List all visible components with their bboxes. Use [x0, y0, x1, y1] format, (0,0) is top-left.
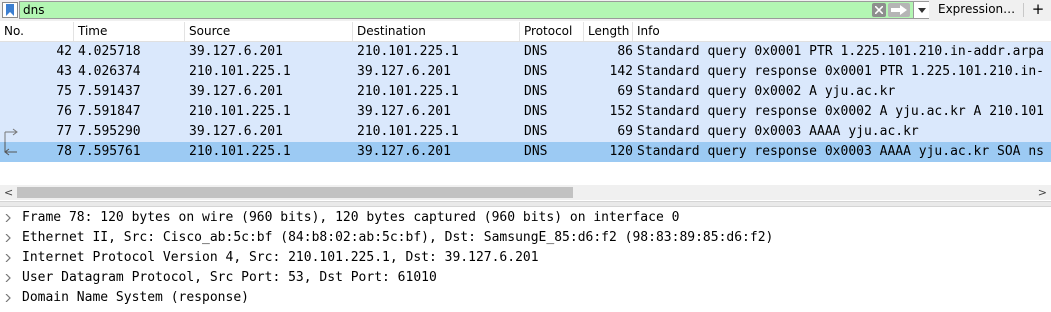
- packet-length: 69: [617, 84, 633, 99]
- display-filter-toolbar: Expression… +: [0, 0, 1051, 21]
- packet-source: 210.101.225.1: [189, 104, 291, 119]
- detail-tree-item-label: Internet Protocol Version 4, Src: 210.10…: [22, 250, 539, 265]
- bookmark-icon: [6, 4, 14, 16]
- packet-row[interactable]: 43 4.026374 210.101.225.1 39.127.6.201 D…: [0, 62, 1051, 82]
- packet-info: Standard query response 0x0002 A yju.ac.…: [637, 104, 1044, 119]
- packet-protocol: DNS: [524, 124, 548, 139]
- packet-time: 4.026374: [78, 64, 141, 79]
- column-header-length[interactable]: Length: [584, 22, 633, 41]
- packet-row[interactable]: 75 7.591437 39.127.6.201 210.101.225.1 D…: [0, 82, 1051, 102]
- detail-tree-item-ip[interactable]: Internet Protocol Version 4, Src: 210.10…: [0, 248, 1051, 268]
- packet-length: 120: [609, 144, 633, 159]
- packet-row[interactable]: 42 4.025718 39.127.6.201 210.101.225.1 D…: [0, 42, 1051, 62]
- detail-tree-item-label: Domain Name System (response): [22, 290, 249, 305]
- packet-no: 76: [56, 104, 72, 119]
- packet-list-hscrollbar[interactable]: < >: [0, 185, 1051, 200]
- packet-no: 78: [56, 144, 72, 159]
- packet-destination: 39.127.6.201: [357, 144, 451, 159]
- packet-row[interactable]: 76 7.591847 210.101.225.1 39.127.6.201 D…: [0, 102, 1051, 122]
- chevron-right-icon[interactable]: [5, 248, 15, 268]
- packet-time: 7.591437: [78, 84, 141, 99]
- packet-source: 39.127.6.201: [189, 84, 283, 99]
- packet-info: Standard query 0x0003 AAAA yju.ac.kr: [637, 124, 919, 139]
- packet-destination: 210.101.225.1: [357, 124, 459, 139]
- chevron-right-icon[interactable]: [5, 228, 15, 248]
- packet-row-selected[interactable]: 78 7.595761 210.101.225.1 39.127.6.201 D…: [0, 142, 1051, 162]
- packet-no: 42: [56, 44, 72, 59]
- chevron-down-icon: [918, 8, 926, 13]
- column-header-source[interactable]: Source: [185, 22, 353, 41]
- column-header-time[interactable]: Time: [74, 22, 185, 41]
- detail-tree-item-label: Frame 78: 120 bytes on wire (960 bits), …: [22, 210, 680, 225]
- packet-no: 77: [56, 124, 72, 139]
- packet-destination: 210.101.225.1: [357, 44, 459, 59]
- display-filter-field: [19, 1, 929, 19]
- scrollbar-thumb[interactable]: [17, 187, 573, 198]
- chevron-right-icon[interactable]: [5, 208, 15, 228]
- chevron-right-icon[interactable]: [5, 268, 15, 288]
- packet-protocol: DNS: [524, 44, 548, 59]
- packet-time: 4.025718: [78, 44, 141, 59]
- packet-no: 43: [56, 64, 72, 79]
- packet-destination: 210.101.225.1: [357, 84, 459, 99]
- apply-filter-button[interactable]: [888, 3, 910, 17]
- packet-destination: 39.127.6.201: [357, 64, 451, 79]
- packet-info: Standard query response 0x0003 AAAA yju.…: [637, 144, 1044, 159]
- packet-protocol: DNS: [524, 104, 548, 119]
- add-filter-button[interactable]: +: [1029, 0, 1047, 19]
- packet-list-header: No. Time Source Destination Protocol Len…: [0, 22, 1051, 42]
- packet-time: 7.595761: [78, 144, 141, 159]
- packet-length: 142: [609, 64, 633, 79]
- packet-source: 39.127.6.201: [189, 44, 283, 59]
- clear-filter-button[interactable]: [872, 3, 886, 17]
- packet-protocol: DNS: [524, 84, 548, 99]
- packet-info: Standard query 0x0001 PTR 1.225.101.210.…: [637, 44, 1044, 59]
- filter-history-dropdown[interactable]: [913, 2, 929, 18]
- scroll-left-arrow[interactable]: <: [4, 185, 13, 200]
- expression-button[interactable]: Expression…: [936, 0, 1023, 19]
- toolbar-separator: [1023, 3, 1024, 17]
- packet-protocol: DNS: [524, 64, 548, 79]
- detail-tree-item-label: Ethernet II, Src: Cisco_ab:5c:bf (84:b8:…: [22, 230, 774, 245]
- column-header-no[interactable]: No.: [0, 22, 74, 41]
- packet-info: Standard query 0x0002 A yju.ac.kr: [637, 84, 896, 99]
- column-header-protocol[interactable]: Protocol: [520, 22, 584, 41]
- packet-list: No. Time Source Destination Protocol Len…: [0, 22, 1051, 185]
- packet-info: Standard query response 0x0001 PTR 1.225…: [637, 64, 1044, 79]
- detail-tree-item-dns[interactable]: Domain Name System (response): [0, 288, 1051, 308]
- packet-time: 7.595290: [78, 124, 141, 139]
- packet-destination: 39.127.6.201: [357, 104, 451, 119]
- packet-length: 69: [617, 124, 633, 139]
- packet-details-pane: Frame 78: 120 bytes on wire (960 bits), …: [0, 207, 1051, 312]
- detail-tree-item-frame[interactable]: Frame 78: 120 bytes on wire (960 bits), …: [0, 208, 1051, 228]
- packet-time: 7.591847: [78, 104, 141, 119]
- detail-tree-item-label: User Datagram Protocol, Src Port: 53, Ds…: [22, 270, 437, 285]
- column-header-info[interactable]: Info: [633, 22, 1051, 41]
- detail-tree-item-udp[interactable]: User Datagram Protocol, Src Port: 53, Ds…: [0, 268, 1051, 288]
- packet-source: 39.127.6.201: [189, 124, 283, 139]
- packet-length: 152: [609, 104, 633, 119]
- packet-source: 210.101.225.1: [189, 144, 291, 159]
- packet-no: 75: [56, 84, 72, 99]
- filter-bookmark-button[interactable]: [2, 2, 18, 18]
- display-filter-input[interactable]: [23, 2, 863, 18]
- column-header-destination[interactable]: Destination: [353, 22, 520, 41]
- clear-filter-icon: [875, 6, 883, 14]
- packet-source: 210.101.225.1: [189, 64, 291, 79]
- packet-length: 86: [617, 44, 633, 59]
- scroll-right-arrow[interactable]: >: [1038, 185, 1047, 200]
- apply-filter-arrow-icon: [891, 5, 907, 15]
- packet-row[interactable]: 77 7.595290 39.127.6.201 210.101.225.1 D…: [0, 122, 1051, 142]
- detail-tree-item-ethernet[interactable]: Ethernet II, Src: Cisco_ab:5c:bf (84:b8:…: [0, 228, 1051, 248]
- packet-protocol: DNS: [524, 144, 548, 159]
- chevron-right-icon[interactable]: [5, 288, 15, 308]
